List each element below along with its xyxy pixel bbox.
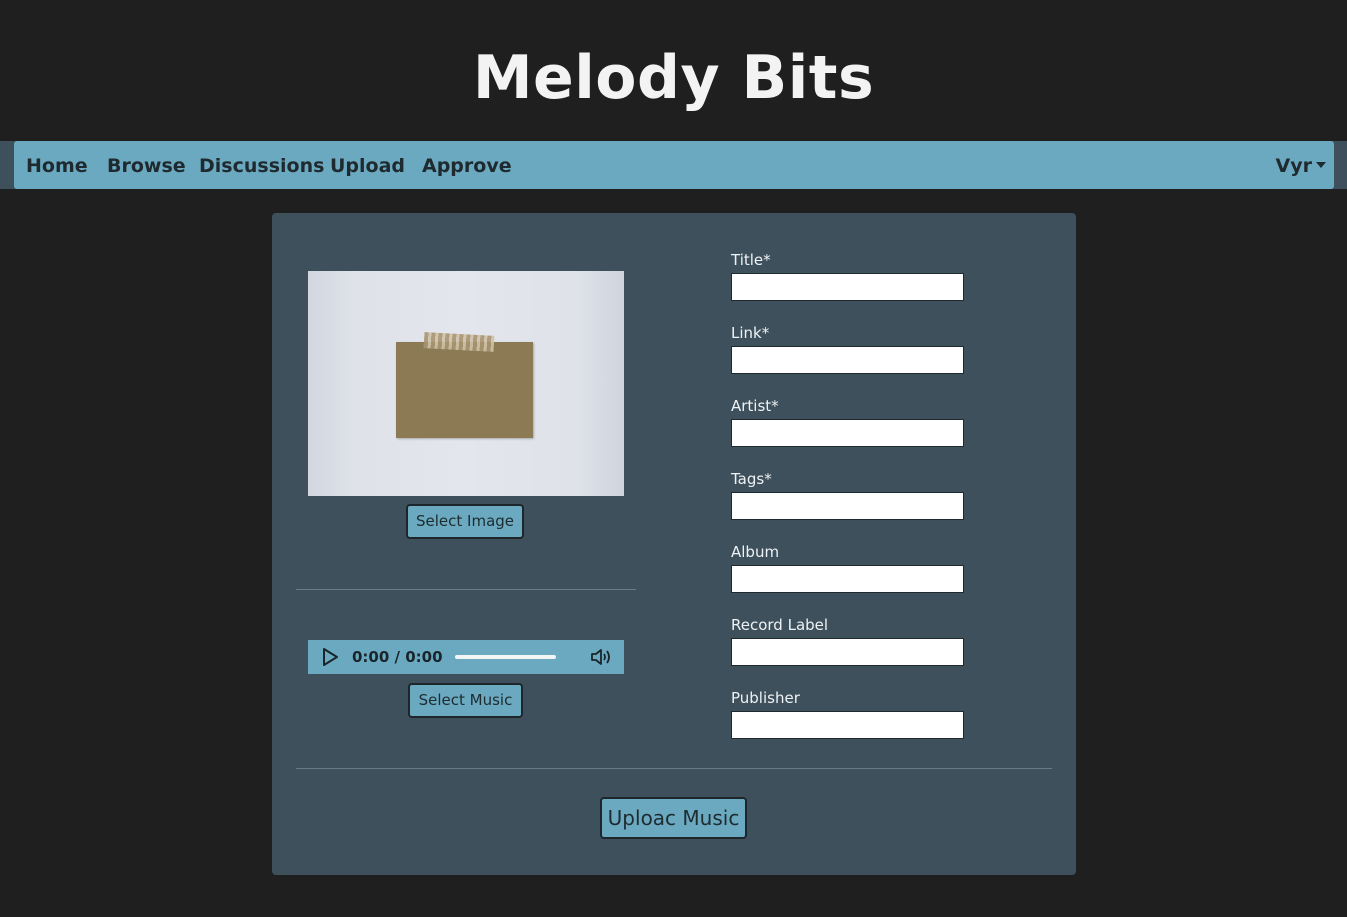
audio-player: 0:00 / 0:00 bbox=[308, 640, 624, 674]
link-field[interactable] bbox=[731, 346, 964, 374]
user-menu[interactable]: Vyr bbox=[1276, 141, 1326, 191]
record-label-label: Record Label bbox=[731, 616, 829, 634]
select-image-button[interactable]: Select Image bbox=[406, 504, 524, 539]
volume-icon[interactable] bbox=[590, 647, 614, 667]
divider bbox=[296, 768, 1052, 769]
title-label: Title* bbox=[731, 251, 771, 269]
user-name: Vyr bbox=[1275, 155, 1312, 177]
audio-time: 0:00 / 0:00 bbox=[352, 648, 443, 666]
publisher-field[interactable] bbox=[731, 711, 964, 739]
link-label: Link* bbox=[731, 324, 770, 342]
play-icon[interactable] bbox=[320, 647, 340, 667]
divider bbox=[296, 589, 636, 590]
title-field[interactable] bbox=[731, 273, 964, 301]
upload-music-button[interactable]: Uploac Music bbox=[600, 797, 747, 839]
artist-label: Artist* bbox=[731, 397, 779, 415]
nav-home[interactable]: Home bbox=[26, 141, 88, 191]
publisher-label: Publisher bbox=[731, 689, 800, 707]
main-navbar: Home Browse Discussions Upload Approve V… bbox=[14, 141, 1334, 189]
cover-image-preview bbox=[308, 271, 624, 496]
tags-field[interactable] bbox=[731, 492, 964, 520]
audio-progress-slider[interactable] bbox=[455, 655, 556, 659]
select-music-button[interactable]: Select Music bbox=[408, 683, 523, 718]
artist-field[interactable] bbox=[731, 419, 964, 447]
album-label: Album bbox=[731, 543, 780, 561]
upload-panel: Select Image 0:00 / 0:00 Select Music Ti… bbox=[272, 213, 1076, 875]
nav-browse[interactable]: Browse bbox=[107, 141, 186, 191]
tags-label: Tags* bbox=[731, 470, 772, 488]
album-field[interactable] bbox=[731, 565, 964, 593]
record-label-field[interactable] bbox=[731, 638, 964, 666]
nav-approve[interactable]: Approve bbox=[422, 141, 512, 191]
site-title: Melody Bits bbox=[472, 43, 875, 113]
nav-discussions[interactable]: Discussions bbox=[199, 141, 324, 191]
cover-image-card bbox=[396, 342, 533, 438]
chevron-down-icon bbox=[1316, 162, 1326, 168]
nav-upload[interactable]: Upload bbox=[330, 141, 405, 191]
